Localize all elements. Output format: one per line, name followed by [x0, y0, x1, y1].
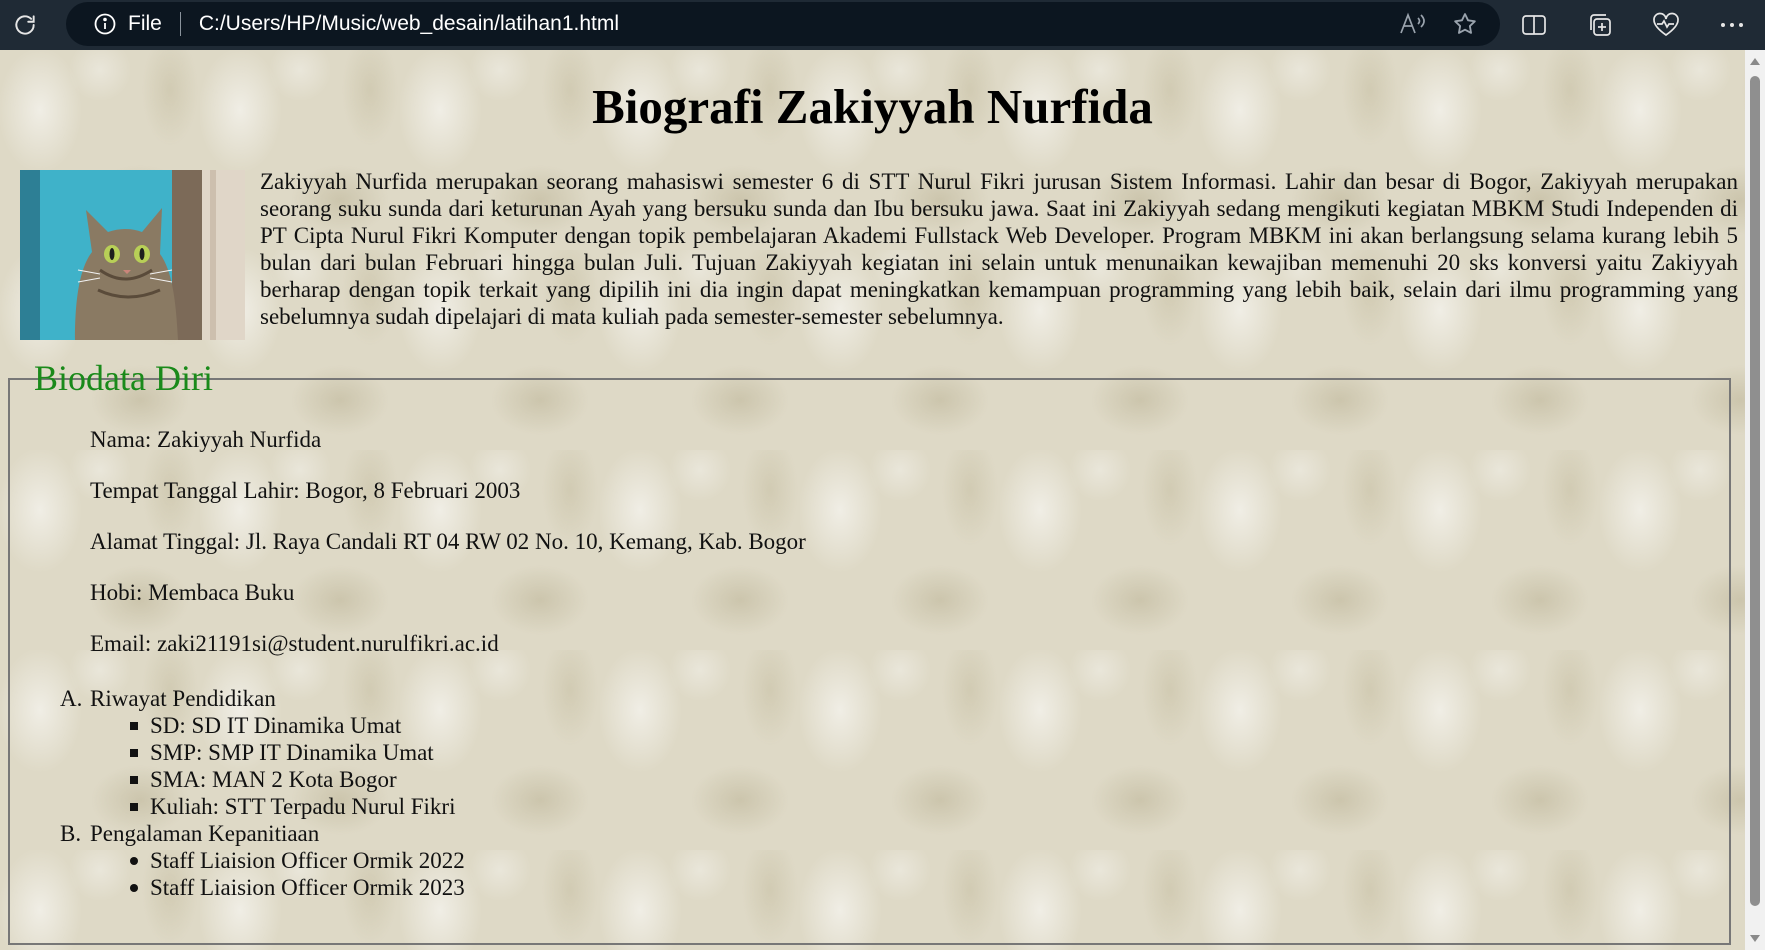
browser-essentials-icon[interactable] [1633, 0, 1699, 50]
square-bullet-icon [130, 776, 138, 784]
list-item: SMP: SMP IT Dinamika Umat [130, 739, 465, 766]
square-bullet-icon [130, 722, 138, 730]
list-item: SMA: MAN 2 Kota Bogor [130, 766, 465, 793]
vertical-scrollbar[interactable] [1745, 50, 1765, 950]
ordered-list: A. Riwayat Pendidikan SD: SD IT Dinamika… [60, 685, 465, 901]
favorite-star-icon[interactable] [1452, 11, 1478, 37]
kepanitiaan-list: Staff Liaision Officer Ormik 2022 Staff … [60, 847, 465, 901]
list-item-riwayat-pendidikan: A. Riwayat Pendidikan [60, 685, 465, 712]
file-scheme-label: File [128, 12, 162, 35]
biodata-alamat: Alamat Tinggal: Jl. Raya Candali RT 04 R… [90, 529, 806, 554]
biodata-fieldset: Biodata Diri Nama: Zakiyyah Nurfida Temp… [8, 360, 1731, 945]
biodata-legend: Biodata Diri [34, 358, 213, 398]
scroll-down-icon[interactable] [1750, 935, 1760, 942]
read-aloud-icon[interactable] [1398, 11, 1426, 37]
disc-bullet-icon [130, 884, 138, 892]
scroll-up-icon[interactable] [1750, 58, 1760, 65]
biodata-nama: Nama: Zakiyyah Nurfida [90, 427, 322, 452]
address-divider [179, 12, 181, 36]
biography-paragraph: Zakiyyah Nurfida merupakan seorang mahas… [260, 169, 1738, 329]
list-item: Staff Liaision Officer Ormik 2023 [130, 874, 465, 901]
list-marker: A. [60, 686, 83, 711]
split-screen-icon[interactable] [1501, 0, 1567, 50]
square-bullet-icon [130, 803, 138, 811]
biodata-list: Nama: Zakiyyah Nurfida Tempat Tanggal La… [90, 426, 806, 681]
page-viewport: Biografi Zakiyyah Nurfida Zakiyyah Nurfi… [0, 50, 1765, 950]
pendidikan-list: SD: SD IT Dinamika Umat SMP: SMP IT Dina… [60, 712, 465, 820]
list-item: SD: SD IT Dinamika Umat [130, 712, 465, 739]
browser-toolbar: File C:/Users/HP/Music/web_desain/latiha… [0, 0, 1765, 50]
scrollbar-thumb[interactable] [1750, 76, 1760, 906]
list-item: Staff Liaision Officer Ormik 2022 [130, 847, 465, 874]
biodata-hobi: Hobi: Membaca Buku [90, 580, 295, 605]
more-menu-icon[interactable] [1699, 0, 1765, 50]
address-bar[interactable]: File C:/Users/HP/Music/web_desain/latiha… [66, 2, 1500, 46]
list-item-pengalaman-kepanitiaan: B. Pengalaman Kepanitiaan [60, 820, 465, 847]
reload-icon[interactable] [0, 0, 50, 50]
list-item: Kuliah: STT Terpadu Nurul Fikri [130, 793, 465, 820]
cat-photo [20, 170, 245, 340]
info-icon[interactable] [92, 11, 118, 37]
section-title: Riwayat Pendidikan [90, 686, 276, 711]
url-text[interactable]: C:/Users/HP/Music/web_desain/latihan1.ht… [199, 12, 619, 36]
section-title: Pengalaman Kepanitiaan [90, 821, 320, 846]
disc-bullet-icon [130, 857, 138, 865]
page-title: Biografi Zakiyyah Nurfida [592, 79, 1153, 134]
biodata-tempat-tanggal-lahir: Tempat Tanggal Lahir: Bogor, 8 Februari … [90, 478, 521, 503]
collections-icon[interactable] [1567, 0, 1633, 50]
biodata-email: Email: zaki21191si@student.nurulfikri.ac… [90, 631, 499, 656]
list-marker: B. [60, 821, 82, 846]
square-bullet-icon [130, 749, 138, 757]
